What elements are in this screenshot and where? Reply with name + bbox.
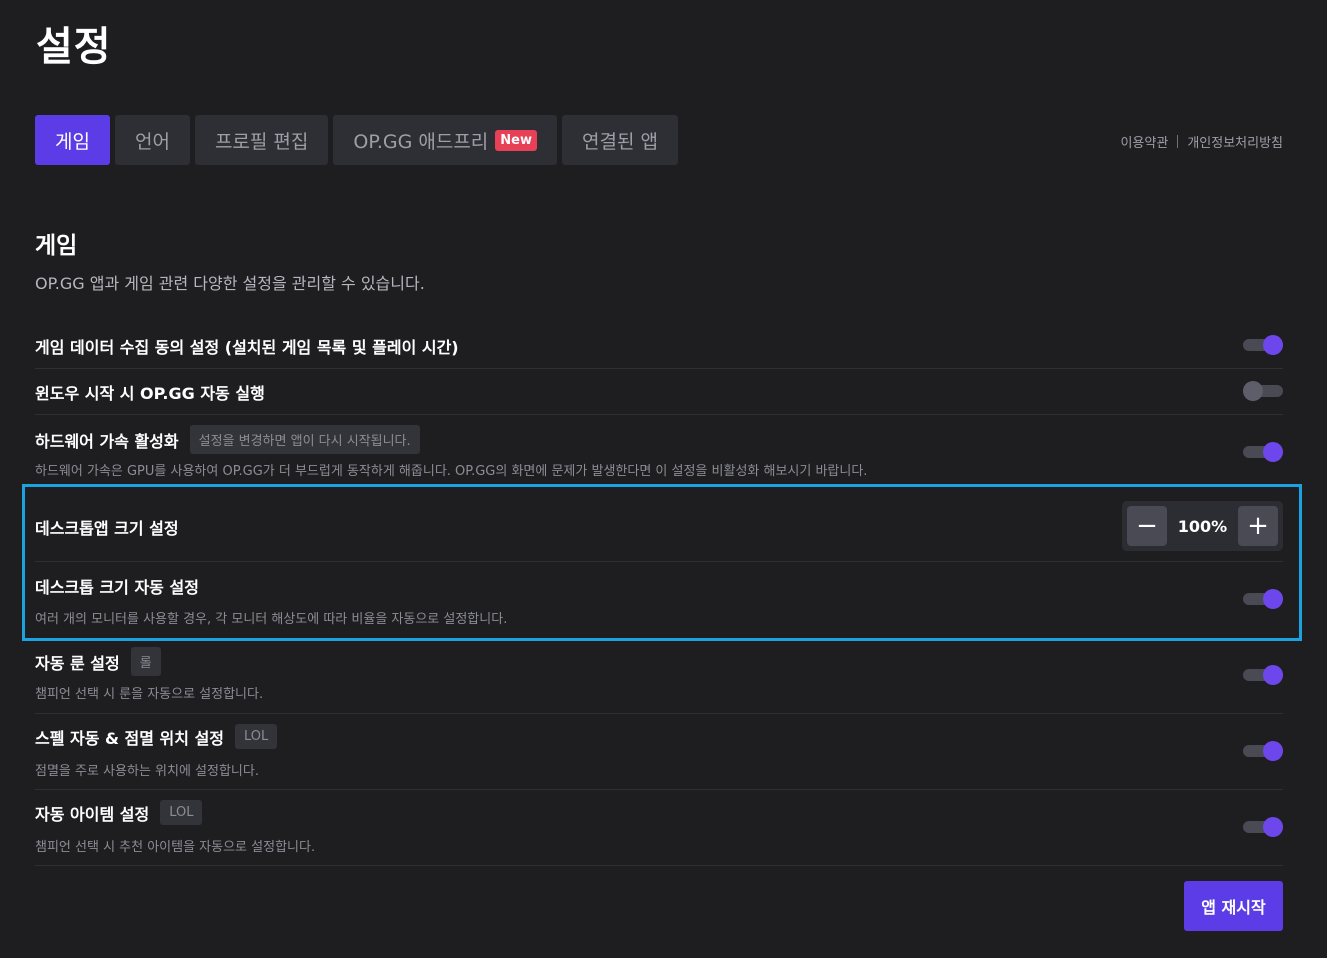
divider bbox=[1177, 135, 1179, 148]
setting-row-auto-rune: 자동 룬 설정 롤 챔피언 선택 시 룬을 자동으로 설정합니다. bbox=[35, 641, 1283, 714]
setting-title-text: 자동 아이템 설정 bbox=[35, 804, 150, 824]
tab-connected-apps[interactable]: 연결된 앱 bbox=[562, 115, 678, 165]
setting-description: 챔피언 선택 시 룬을 자동으로 설정합니다. bbox=[35, 687, 264, 702]
restart-notice-tag: 설정을 변경하면 앱이 다시 시작됩니다. bbox=[189, 425, 420, 454]
setting-title-text: 데스크톱 크기 자동 설정 bbox=[35, 578, 199, 597]
spell-position-toggle[interactable] bbox=[1243, 741, 1283, 761]
privacy-policy-link[interactable]: 개인정보처리방침 bbox=[1187, 132, 1283, 151]
game-tag: 롤 bbox=[130, 647, 161, 676]
setting-title-text: 스펠 자동 & 점멸 위치 설정 bbox=[35, 728, 225, 748]
new-badge: New bbox=[495, 129, 538, 151]
setting-description: 챔피언 선택 시 추천 아이템을 자동으로 설정합니다. bbox=[35, 840, 316, 855]
page-title: 설정 bbox=[36, 24, 112, 70]
tab-game[interactable]: 게임 bbox=[35, 115, 110, 165]
legal-links: 이용약관 개인정보처리방침 bbox=[1120, 132, 1283, 151]
toggle-knob bbox=[1243, 381, 1263, 401]
setting-title: 스펠 자동 & 점멸 위치 설정 LOL bbox=[35, 724, 278, 749]
section-title: 게임 bbox=[35, 233, 78, 259]
scale-value: 100% bbox=[1177, 516, 1228, 536]
setting-title-text: 게임 데이터 수집 동의 설정 (설치된 게임 목록 및 플레이 시간) bbox=[35, 338, 459, 357]
setting-row-data-consent: 게임 데이터 수집 동의 설정 (설치된 게임 목록 및 플레이 시간) bbox=[35, 322, 1283, 369]
tab-profile-edit[interactable]: 프로필 편집 bbox=[194, 115, 329, 165]
setting-row-auto-item: 자동 아이템 설정 LOL 챔피언 선택 시 추천 아이템을 자동으로 설정합니… bbox=[35, 790, 1283, 866]
setting-row-spell-position: 스펠 자동 & 점멸 위치 설정 LOL 점멸을 주로 사용하는 위치에 설정합… bbox=[35, 714, 1283, 790]
setting-description: 여러 개의 모니터를 사용할 경우, 각 모니터 해상도에 따라 비율을 자동으… bbox=[35, 612, 508, 627]
setting-description: 하드웨어 가속은 GPU를 사용하여 OP.GG가 더 부드럽게 동작하게 해줍… bbox=[35, 464, 868, 479]
setting-title: 윈도우 시작 시 OP.GG 자동 실행 bbox=[35, 380, 265, 404]
setting-title: 자동 아이템 설정 LOL bbox=[35, 800, 203, 825]
tab-label: OP.GG 애드프리 bbox=[353, 130, 489, 153]
setting-title: 데스크톱앱 크기 설정 bbox=[35, 515, 179, 539]
minus-icon: − bbox=[1136, 511, 1158, 541]
auto-scale-toggle[interactable] bbox=[1243, 589, 1283, 609]
setting-row-hardware-acceleration: 하드웨어 가속 활성화 설정을 변경하면 앱이 다시 시작됩니다. 하드웨어 가… bbox=[35, 415, 1283, 484]
data-consent-toggle[interactable] bbox=[1243, 335, 1283, 355]
toggle-knob bbox=[1263, 589, 1283, 609]
plus-icon: + bbox=[1247, 511, 1269, 541]
setting-row-desktop-scale: 데스크톱앱 크기 설정 − 100% + bbox=[35, 487, 1283, 562]
setting-title: 게임 데이터 수집 동의 설정 (설치된 게임 목록 및 플레이 시간) bbox=[35, 334, 459, 358]
setting-title: 자동 룬 설정 롤 bbox=[35, 647, 161, 676]
toggle-knob bbox=[1263, 442, 1283, 462]
toggle-knob bbox=[1263, 335, 1283, 355]
toggle-knob bbox=[1263, 665, 1283, 685]
autostart-toggle[interactable] bbox=[1243, 381, 1283, 401]
desktop-scale-stepper: − 100% + bbox=[1122, 501, 1283, 551]
hardware-acceleration-toggle[interactable] bbox=[1243, 442, 1283, 462]
setting-title: 데스크톱 크기 자동 설정 bbox=[35, 574, 199, 598]
setting-title: 하드웨어 가속 활성화 설정을 변경하면 앱이 다시 시작됩니다. bbox=[35, 425, 420, 454]
tab-label: 프로필 편집 bbox=[214, 130, 309, 153]
toggle-knob bbox=[1263, 741, 1283, 761]
tab-label: 게임 bbox=[55, 130, 90, 153]
setting-description: 점멸을 주로 사용하는 위치에 설정합니다. bbox=[35, 764, 259, 779]
setting-title-text: 데스크톱앱 크기 설정 bbox=[35, 519, 179, 538]
decrease-scale-button[interactable]: − bbox=[1127, 506, 1167, 546]
tab-language[interactable]: 언어 bbox=[114, 115, 190, 165]
settings-tabs: 게임 언어 프로필 편집 OP.GG 애드프리 New 연결된 앱 bbox=[35, 115, 678, 165]
game-tag: LOL bbox=[235, 724, 278, 749]
setting-title-text: 자동 룬 설정 bbox=[35, 653, 120, 673]
setting-title-text: 윈도우 시작 시 OP.GG 자동 실행 bbox=[35, 384, 265, 403]
setting-row-autostart: 윈도우 시작 시 OP.GG 자동 실행 bbox=[35, 369, 1283, 415]
auto-item-toggle[interactable] bbox=[1243, 817, 1283, 837]
tab-label: 언어 bbox=[134, 130, 170, 153]
game-tag: LOL bbox=[160, 800, 203, 825]
auto-rune-toggle[interactable] bbox=[1243, 665, 1283, 685]
increase-scale-button[interactable]: + bbox=[1238, 506, 1278, 546]
restart-app-button[interactable]: 앱 재시작 bbox=[1184, 881, 1283, 931]
terms-link[interactable]: 이용약관 bbox=[1120, 132, 1168, 151]
toggle-knob bbox=[1263, 817, 1283, 837]
tab-label: 연결된 앱 bbox=[582, 130, 658, 153]
section-description: OP.GG 앱과 게임 관련 다양한 설정을 관리할 수 있습니다. bbox=[35, 274, 425, 293]
tab-ad-free[interactable]: OP.GG 애드프리 New bbox=[333, 115, 558, 165]
setting-title-text: 하드웨어 가속 활성화 bbox=[35, 431, 179, 451]
setting-row-auto-scale: 데스크톱 크기 자동 설정 여러 개의 모니터를 사용할 경우, 각 모니터 해… bbox=[35, 562, 1283, 638]
